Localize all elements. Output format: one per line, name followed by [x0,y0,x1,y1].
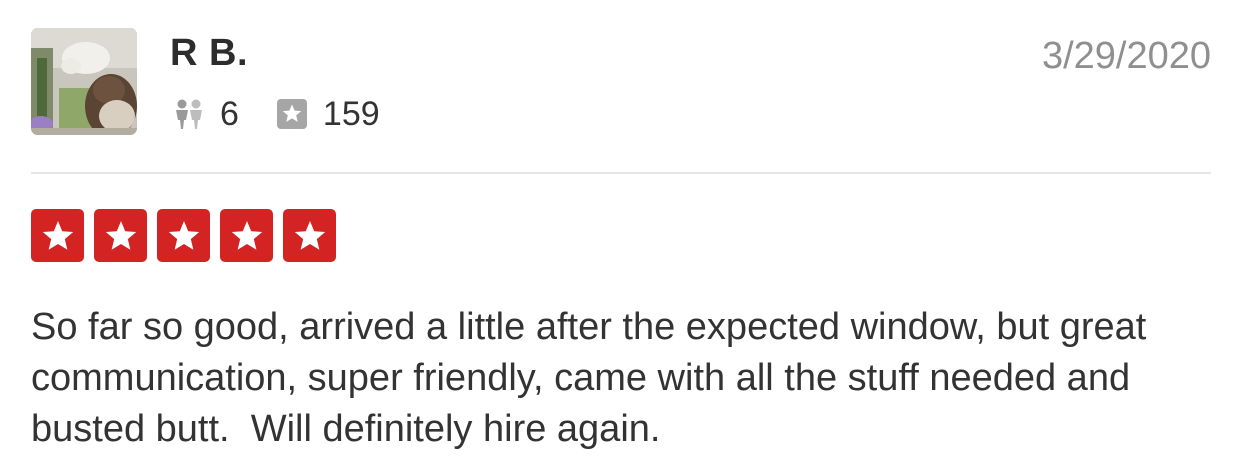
rating-star [157,209,210,262]
divider [31,172,1211,174]
review-star-icon [276,99,307,129]
review-date: 3/29/2020 [1041,35,1211,77]
star-icon [168,220,199,250]
reviews-stat: 159 [276,94,380,134]
user-avatar[interactable] [31,28,137,135]
user-stats: 6 159 [172,94,380,134]
rating-star [283,209,336,262]
friends-stat: 6 [172,95,239,134]
friends-count: 6 [220,94,239,133]
star-rating [31,209,336,262]
reviews-count: 159 [322,94,380,133]
friends-icon [176,99,202,129]
star-icon [294,220,325,250]
rating-star [220,209,273,262]
star-icon [42,220,73,250]
user-name[interactable]: R B. [170,30,248,76]
star-icon [231,220,262,250]
rating-star [94,209,147,262]
star-icon [105,220,136,250]
review-text: So far so good, arrived a little after t… [31,306,1157,450]
avatar-photo-icon [31,28,137,135]
review-card: R B. 6 159 3/29/2020 So far so good, arr… [0,0,1242,474]
rating-star [31,209,84,262]
